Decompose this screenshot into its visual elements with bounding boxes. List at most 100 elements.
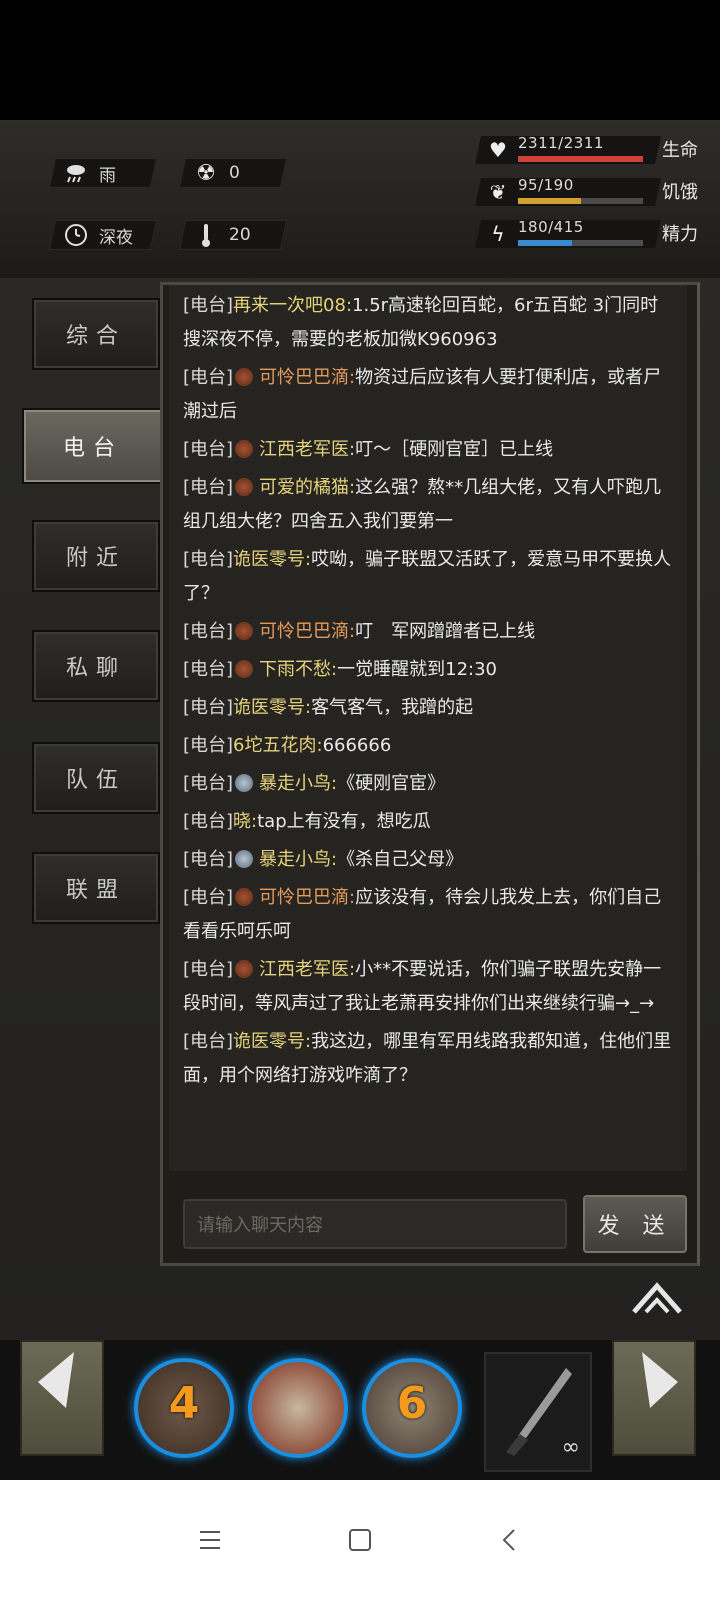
hunger-bar — [518, 198, 581, 204]
weapon-durability: ∞ — [561, 1435, 580, 1460]
send-button[interactable]: 发 送 — [583, 1195, 687, 1253]
tab-private[interactable]: 私聊 — [32, 630, 160, 702]
health-value: 2311/2311 — [518, 134, 604, 152]
home-nav-button[interactable] — [340, 1520, 380, 1560]
channel-tag: [电台] — [183, 1031, 234, 1052]
radiation-indicator: ☢ 0 — [178, 158, 288, 188]
bronze-rank-badge-icon — [235, 622, 254, 640]
chat-input[interactable] — [185, 1201, 559, 1249]
bronze-rank-badge-icon — [235, 478, 254, 496]
message-text: tap上有没有，想吃瓜 — [257, 811, 431, 832]
chat-message: [电台]再来一次吧08:1.5r高速轮回百蛇，6r五百蛇 3门同时搜深夜不停，需… — [169, 289, 687, 357]
chat-message: [电台]诡医零号:客气客气，我蹭的起 — [169, 691, 687, 725]
sender-name[interactable]: 可怜巴巴滴: — [259, 887, 355, 908]
message-text: 这么强？熬**几组大佬，又有人吓跑几组几组大佬？四舍五入我们要第一 — [183, 477, 662, 532]
message-list[interactable]: [电台]再来一次吧08:1.5r高速轮回百蛇，6r五百蛇 3门同时搜深夜不停，需… — [169, 285, 687, 1171]
message-text: 一觉睡醒就到12:30 — [337, 659, 497, 680]
chat-message: [电台] 可爱的橘猫:这么强？熬**几组大佬，又有人吓跑几组几组大佬？四舍五入我们… — [169, 471, 687, 539]
sender-name[interactable]: 可怜巴巴滴: — [259, 367, 355, 388]
bronze-rank-badge-icon — [235, 440, 254, 458]
sender-name[interactable]: 诡医零号: — [233, 549, 311, 570]
energy-label: 精力 — [662, 224, 698, 245]
tab-general[interactable]: 综合 — [32, 298, 160, 370]
clock-icon — [63, 222, 89, 248]
chevron-up-icon — [632, 1282, 682, 1314]
menu-icon — [200, 1531, 220, 1549]
sender-name[interactable]: 江西老军医: — [259, 439, 355, 460]
sender-name[interactable]: 江西老军医: — [259, 959, 355, 980]
back-nav-button[interactable] — [490, 1520, 530, 1560]
weapon-slot[interactable]: ∞ — [484, 1352, 592, 1472]
channel-tag: [电台] — [183, 621, 234, 642]
chat-message: [电台] 下雨不愁:一觉睡醒就到12:30 — [169, 653, 687, 687]
channel-tag: [电台] — [183, 735, 234, 756]
chat-panel: 综合 电台 附近 私聊 队伍 联盟 [电台]再来一次吧08:1.5r高速轮回百蛇… — [0, 278, 720, 1340]
sender-name[interactable]: 下雨不愁: — [259, 659, 337, 680]
time-text: 深夜 — [99, 227, 133, 248]
chat-message: [电台] 江西老军医:叮～［硬刚官宦］已上线 — [169, 433, 687, 467]
sender-name[interactable]: 暴走小鸟: — [259, 773, 337, 794]
energy-bar — [518, 240, 573, 246]
chat-input-container — [183, 1199, 567, 1249]
tab-radio[interactable]: 电台 — [22, 408, 164, 484]
prev-page-button[interactable] — [20, 1340, 104, 1456]
message-text: 《杀自己父母》 — [337, 849, 464, 870]
health-bar — [518, 156, 643, 162]
temperature-indicator: 20 — [178, 220, 288, 250]
heart-icon: ♥ — [489, 138, 507, 162]
chat-message: [电台]晓:tap上有没有，想吃瓜 — [169, 805, 687, 839]
channel-tag: [电台] — [183, 849, 234, 870]
chat-message: [电台] 可怜巴巴滴:物资过后应该有人要打便利店，或者尸潮过后 — [169, 361, 687, 429]
energy-value: 180/415 — [518, 218, 584, 236]
message-text: 应该没有，待会儿我发上去，你们自己看看乐呵乐呵 — [183, 887, 662, 942]
radiation-icon: ☢ — [196, 160, 216, 186]
sender-name[interactable]: 6坨五花肉: — [233, 735, 323, 756]
hunger-value: 95/190 — [518, 176, 574, 194]
brain-icon: ϟ — [491, 222, 505, 246]
next-page-button[interactable] — [612, 1340, 696, 1456]
time-indicator: 深夜 — [48, 220, 158, 250]
chat-message: [电台]诡医零号:我这边，哪里有军用线路我都知道，住他们里面，用个网络打游戏咋滴… — [169, 1025, 687, 1093]
chat-message: [电台] 可怜巴巴滴:叮 军网蹭蹭者已上线 — [169, 615, 687, 649]
sender-name[interactable]: 可爱的橘猫: — [259, 477, 355, 498]
arrow-right-icon — [642, 1352, 678, 1408]
chat-message: [电台] 暴走小鸟:《杀自己父母》 — [169, 843, 687, 877]
channel-tag: [电台] — [183, 295, 234, 316]
tab-team[interactable]: 队伍 — [32, 742, 160, 814]
chat-sidebar: 综合 电台 附近 私聊 队伍 联盟 — [0, 278, 164, 1340]
skill-slot-1[interactable]: 4 — [134, 1358, 234, 1458]
message-text: 小**不要说话，你们骗子联盟先安静一段时间，等风声过了我让老萧再安排你们出来继续… — [183, 959, 662, 1014]
weather-text: 雨 — [99, 165, 116, 186]
sender-name[interactable]: 诡医零号: — [233, 1031, 311, 1052]
sender-name[interactable]: 再来一次吧08: — [233, 295, 352, 316]
thermometer-icon — [193, 222, 219, 248]
sender-name[interactable]: 诡医零号: — [233, 697, 311, 718]
chat-message: [电台] 暴走小鸟:《硬刚官宦》 — [169, 767, 687, 801]
channel-tag: [电台] — [183, 811, 234, 832]
collapse-chat-button[interactable] — [630, 1278, 684, 1318]
sender-name[interactable]: 可怜巴巴滴: — [259, 621, 355, 642]
message-text: 叮 军网蹭蹭者已上线 — [355, 621, 536, 642]
sender-name[interactable]: 晓: — [233, 811, 257, 832]
health-stat: ♥ 2311/2311 生命 — [475, 134, 704, 166]
sender-name[interactable]: 暴走小鸟: — [259, 849, 337, 870]
home-square-icon — [349, 1529, 371, 1551]
message-text: 叮～［硬刚官宦］已上线 — [355, 439, 554, 460]
channel-tag: [电台] — [183, 367, 234, 388]
skill-slot-2[interactable] — [248, 1358, 348, 1458]
silver-rank-badge-icon — [235, 850, 254, 868]
radiation-value: 0 — [229, 163, 240, 183]
back-chevron-icon — [502, 1529, 515, 1551]
rain-cloud-icon — [63, 160, 89, 186]
tab-nearby[interactable]: 附近 — [32, 520, 160, 592]
channel-tag: [电台] — [183, 697, 234, 718]
channel-tag: [电台] — [183, 659, 234, 680]
skill-slot-3[interactable]: 6 — [362, 1358, 462, 1458]
tab-alliance[interactable]: 联盟 — [32, 852, 160, 924]
skill-count-3: 6 — [396, 1378, 428, 1429]
message-text: 《硬刚官宦》 — [337, 773, 446, 794]
arrow-left-icon — [38, 1352, 74, 1408]
bronze-rank-badge-icon — [235, 888, 254, 906]
channel-tag: [电台] — [183, 773, 234, 794]
menu-nav-button[interactable] — [190, 1520, 230, 1560]
